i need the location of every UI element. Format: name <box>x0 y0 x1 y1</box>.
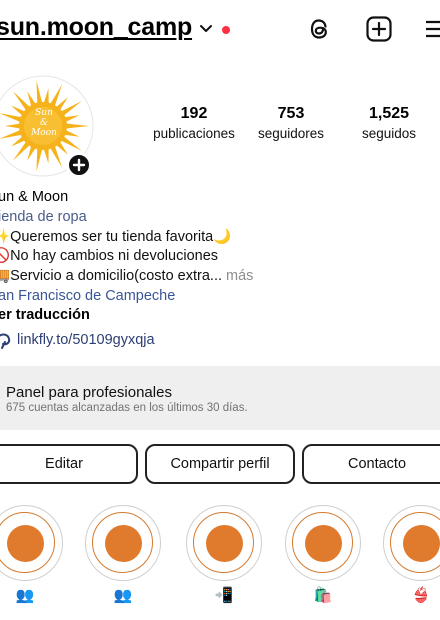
highlight-clientes-2[interactable] <box>85 505 161 581</box>
avatar-logo-word: Moon <box>31 128 57 138</box>
bio-text: No hay cambios ni devoluciones <box>10 248 219 264</box>
stat-following[interactable]: 1,525 seguidos <box>339 104 439 144</box>
stat-value: 192 <box>180 105 208 122</box>
edit-profile-button[interactable]: Editar <box>0 444 138 484</box>
highlight-compra[interactable] <box>285 505 361 581</box>
highlight-label: 🛍️ <box>313 587 333 604</box>
people-icon <box>7 525 44 562</box>
bio-line: ✨Queremos ser tu tienda favorita🌙 <box>0 228 231 248</box>
stat-value: 753 <box>277 105 305 122</box>
highlight-victoria[interactable] <box>383 505 440 581</box>
bikini-icon <box>403 525 440 562</box>
moon-icon: 🌙 <box>213 229 232 245</box>
people-icon <box>105 525 142 562</box>
highlight-label: 📲 <box>214 587 234 604</box>
profile-location[interactable]: an Francisco de Campeche <box>0 287 175 307</box>
profile-name: un & Moon <box>0 189 69 205</box>
create-post-icon[interactable] <box>365 15 393 43</box>
avatar-logo-text: Sun & Moon <box>27 108 61 138</box>
phone-icon <box>206 525 243 562</box>
dashboard-subtitle: 675 cuentas alcanzadas en los últimos 30… <box>6 402 248 414</box>
notification-dot-icon <box>222 26 230 34</box>
stat-posts[interactable]: 192 publicaciones <box>144 104 244 144</box>
bio-line: 🚫No hay cambios ni devoluciones <box>0 247 218 267</box>
stat-label: publicaciones <box>153 126 235 141</box>
bio-text: Queremos ser tu tienda favorita <box>10 229 214 245</box>
contact-button[interactable]: Contacto <box>302 444 440 484</box>
highlight-label: 👥 <box>15 587 35 604</box>
bio-line: 🚚Servicio a domicilio(costo extra... más <box>0 267 253 287</box>
dashboard-title: Panel para profesionales <box>6 384 172 401</box>
sparkles-icon: ✨ <box>0 229 11 245</box>
menu-icon[interactable] <box>422 15 440 43</box>
avatar-logo-word: Sun <box>35 108 53 118</box>
profile-username[interactable]: sun.moon_camp <box>0 13 192 42</box>
plus-icon <box>72 158 86 172</box>
highlight-label: 👙 <box>411 587 431 604</box>
bio-text: Servicio a domicilio(costo extra... <box>10 268 222 284</box>
stat-label: seguidores <box>257 126 325 141</box>
profile-link[interactable]: linkfly.to/50109gyxqja <box>17 332 155 348</box>
truck-icon: 🚚 <box>0 268 11 284</box>
add-story-button[interactable] <box>66 152 92 178</box>
stat-value: 1,525 <box>368 105 410 122</box>
shopping-bag-icon <box>305 525 342 562</box>
avatar-logo-word: & <box>39 118 48 128</box>
stat-followers[interactable]: 753 seguidores <box>241 104 341 144</box>
highlight-redes[interactable] <box>186 505 262 581</box>
bio-more-link[interactable]: más <box>222 268 253 284</box>
profile-category[interactable]: ienda de ropa <box>0 208 87 228</box>
threads-icon[interactable] <box>306 15 334 43</box>
stat-label: seguidos <box>361 126 417 141</box>
link-icon <box>0 333 11 349</box>
highlight-clientes-1[interactable] <box>0 505 63 581</box>
no-entry-icon: 🚫 <box>0 248 11 264</box>
see-translation-link[interactable]: er traducción <box>0 306 90 326</box>
chevron-down-icon[interactable] <box>199 23 213 35</box>
share-profile-button[interactable]: Compartir perfil <box>145 444 295 484</box>
highlight-label: 👥 <box>113 587 133 604</box>
